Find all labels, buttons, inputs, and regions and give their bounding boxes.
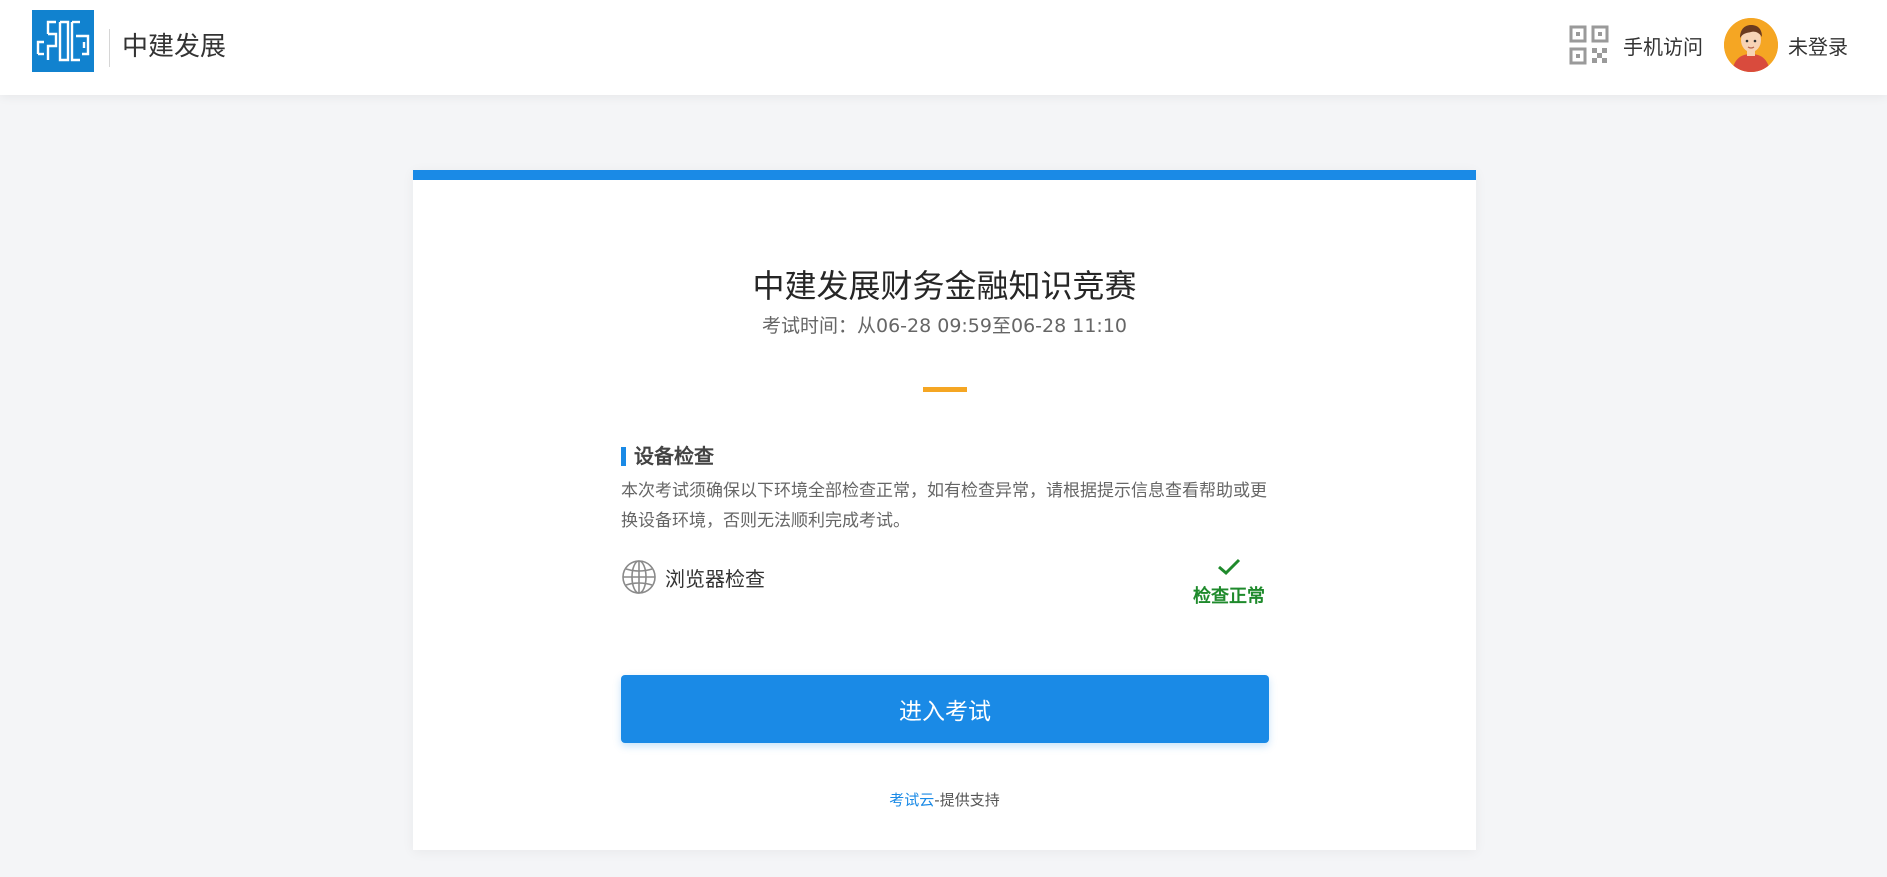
device-check-description: 本次考试须确保以下环境全部检查正常，如有检查异常，请根据提示信息查看帮助或更换设… <box>621 481 1267 531</box>
cscec-logo-icon[interactable] <box>32 10 94 72</box>
device-check-section: 设备检查 本次考试须确保以下环境全部检查正常，如有检查异常，请根据提示信息查看帮… <box>621 442 1269 536</box>
enter-exam-button[interactable]: 进入考试 <box>621 675 1269 743</box>
browser-check-result: 检查正常 <box>1189 558 1269 608</box>
browser-check-row: 浏览器检查 检查正常 <box>621 558 1269 616</box>
exam-title: 中建发展财务金融知识竞赛 <box>752 267 1137 305</box>
brand-name: 中建发展 <box>122 32 227 62</box>
user-login-label: 未登录 <box>1788 34 1848 59</box>
browser-check-status: 检查正常 <box>1193 586 1265 607</box>
logo-divider <box>109 29 110 67</box>
browser-check-name: 浏览器检查 <box>665 566 765 591</box>
top-header: 中建发展 手机访问 未登录 <box>0 0 1887 95</box>
support-note: 考试云-提供支持 <box>413 789 1476 810</box>
user-login-link[interactable]: 未登录 <box>1724 18 1848 72</box>
provider-link[interactable]: 考试云 <box>889 791 934 809</box>
support-suffix: -提供支持 <box>934 791 1000 809</box>
mobile-access-link[interactable]: 手机访问 <box>1569 24 1703 66</box>
user-avatar-icon <box>1724 18 1778 72</box>
mobile-access-label: 手机访问 <box>1623 34 1703 59</box>
qr-code-icon <box>1569 25 1609 65</box>
exam-time: 考试时间：从06-28 09:59至06-28 11:10 <box>761 315 1127 337</box>
checkmark-icon <box>1218 558 1241 576</box>
exam-card: 中建发展财务金融知识竞赛 考试时间：从06-28 09:59至06-28 11:… <box>413 170 1476 850</box>
title-accent-divider <box>923 387 967 392</box>
device-check-title: 设备检查 <box>621 442 1269 470</box>
globe-icon <box>622 560 656 594</box>
avatar <box>1724 18 1778 72</box>
